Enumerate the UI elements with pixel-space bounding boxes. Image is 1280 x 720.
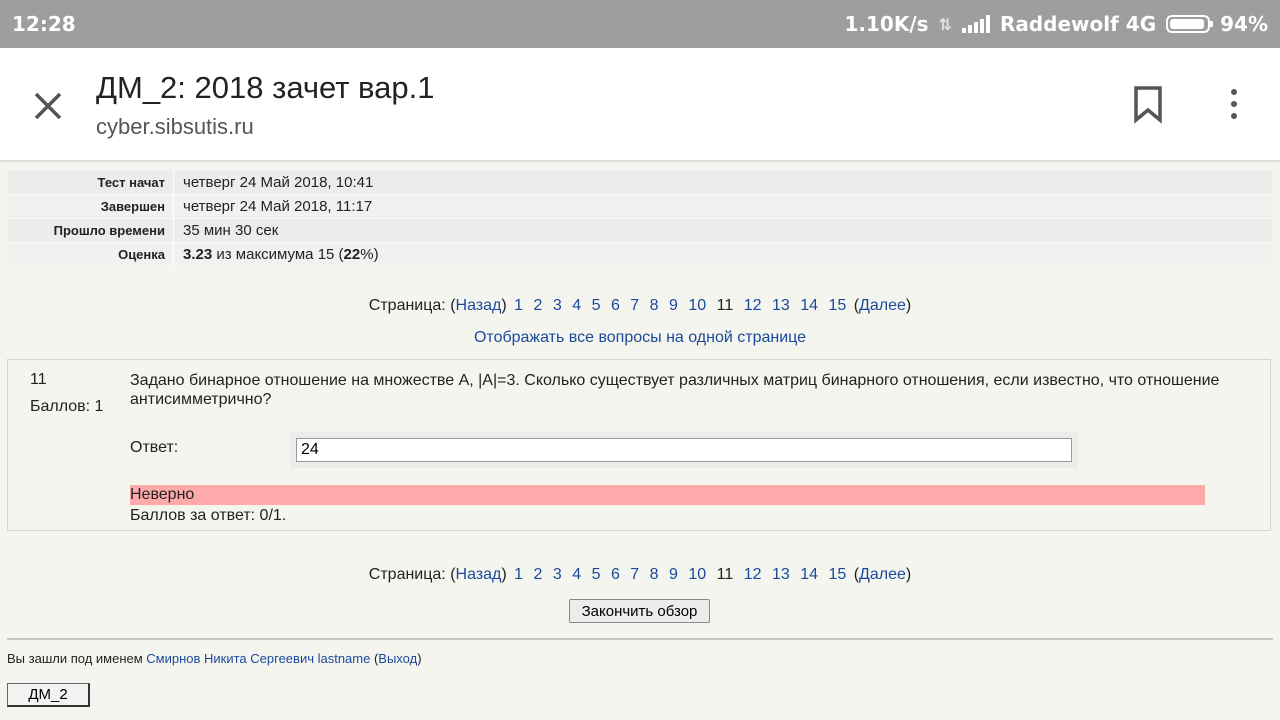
paging-next-link[interactable]: Далее: [859, 297, 906, 314]
show-all-questions: Отображать все вопросы на одной странице: [0, 329, 1280, 347]
paging-next-link[interactable]: Далее: [859, 566, 906, 583]
status-bar: 12:28 1.10K/s ⇅ Raddewolf 4G 94%: [0, 0, 1280, 48]
summary-label: Завершен: [8, 194, 174, 219]
page-number-link[interactable]: 14: [800, 566, 818, 583]
page-url: cyber.sibsutis.ru: [96, 114, 254, 139]
answer-input[interactable]: [296, 438, 1072, 462]
paging-numbers: 1 2 3 4 5 6 7 8 9 10 11 12 13 14 15: [511, 566, 854, 583]
answer-score: Баллов за ответ: 0/1.: [130, 507, 287, 524]
divider: [7, 638, 1273, 640]
grade-score: 3.23: [183, 246, 213, 263]
signal-icon: [961, 15, 990, 33]
grade-mid: из максимума 15 (: [212, 246, 344, 263]
page-number-link[interactable]: 3: [553, 297, 562, 314]
page-number-link[interactable]: 3: [553, 566, 562, 583]
page-number-link[interactable]: 4: [572, 297, 581, 314]
login-prefix: Вы зашли под именем: [7, 651, 147, 666]
page-number-link[interactable]: 10: [688, 566, 706, 583]
summary-row-started: Тест начат четверг 24 Май 2018, 10:41: [8, 171, 1272, 195]
page-number-link[interactable]: 12: [744, 566, 762, 583]
page-number-link[interactable]: 4: [572, 566, 581, 583]
page-number-link[interactable]: 7: [630, 297, 639, 314]
page-number-link[interactable]: 6: [611, 566, 620, 583]
paging-prev-link[interactable]: Назад: [456, 566, 502, 583]
finish-review-button[interactable]: Закончить обзор: [569, 599, 710, 623]
login-paren: ): [417, 651, 422, 666]
page-number-link[interactable]: 5: [592, 566, 601, 583]
battery-fill: [1170, 19, 1204, 29]
status-time: 12:28: [12, 12, 76, 36]
bookmark-icon[interactable]: [1130, 84, 1166, 124]
attempt-summary-table: Тест начат четверг 24 Май 2018, 10:41 За…: [8, 171, 1272, 267]
question-points: Баллов: 1: [30, 398, 104, 415]
page-number-link[interactable]: 5: [592, 297, 601, 314]
paging-paren: ): [501, 297, 507, 314]
summary-row-completed: Завершен четверг 24 Май 2018, 11:17: [8, 194, 1272, 219]
paging-numbers: 1 2 3 4 5 6 7 8 9 10 11 12 13 14 15: [511, 297, 854, 314]
paging-paren: ): [905, 566, 912, 583]
page-number-link[interactable]: 9: [669, 566, 678, 583]
paging-label: Страница: (: [368, 566, 456, 583]
summary-value: 35 мин 30 сек: [173, 218, 1272, 243]
grade-tail: %): [360, 246, 379, 263]
question-text: Задано бинарное отношение на множестве А…: [130, 372, 1220, 408]
battery-icon: [1166, 15, 1214, 33]
carrier-name: Raddewolf 4G: [999, 12, 1157, 36]
login-info: Вы зашли под именем Смирнов Никита Серге…: [7, 651, 422, 666]
paging-top: Страница: (Назад) 1 2 3 4 5 6 7 8 9 10 1…: [0, 297, 1280, 315]
page-number-link[interactable]: 14: [800, 297, 818, 314]
page-number-link[interactable]: 10: [688, 297, 706, 314]
page-number-link[interactable]: 13: [772, 297, 790, 314]
feedback-incorrect: Неверно: [130, 485, 1205, 505]
net-speed: 1.10K/s: [844, 12, 929, 36]
status-right: 1.10K/s ⇅ Raddewolf 4G 94%: [844, 12, 1268, 36]
battery-percent: 94%: [1220, 12, 1268, 36]
close-icon[interactable]: [28, 86, 68, 126]
summary-row-time-taken: Прошло времени 35 мин 30 сек: [8, 218, 1272, 243]
summary-label: Тест начат: [8, 171, 174, 195]
page-number-link[interactable]: 2: [534, 297, 543, 314]
summary-value: четверг 24 Май 2018, 11:17: [173, 194, 1272, 219]
question-number: 11: [30, 371, 47, 388]
app-bar: ДМ_2: 2018 зачет вар.1 cyber.sibsutis.ru: [0, 48, 1280, 161]
answer-label: Ответ:: [130, 439, 179, 456]
page-number-link[interactable]: 8: [650, 297, 659, 314]
show-all-questions-link[interactable]: Отображать все вопросы на одной странице: [474, 329, 806, 346]
page-number-link[interactable]: 15: [828, 297, 846, 314]
page-number-link[interactable]: 6: [611, 297, 620, 314]
summary-label: Прошло времени: [8, 218, 174, 243]
summary-value: четверг 24 Май 2018, 10:41: [173, 171, 1272, 195]
grade-value: 3.23 из максимума 15 (22%): [173, 242, 1272, 267]
logout-link[interactable]: Выход: [378, 651, 417, 666]
paging-label: Страница: (: [368, 297, 456, 314]
paging-prev-link[interactable]: Назад: [456, 297, 502, 314]
page-number-link[interactable]: 12: [744, 297, 762, 314]
page-number-current: 11: [716, 297, 734, 314]
grade-percent: 22: [343, 246, 361, 263]
data-arrows-icon: ⇅: [938, 14, 952, 34]
page-number-link[interactable]: 1: [514, 297, 523, 314]
grade-label: Оценка: [8, 242, 174, 267]
page-number-link[interactable]: 1: [514, 566, 523, 583]
user-profile-link[interactable]: Смирнов Никита Сергеевич lastname: [146, 651, 370, 666]
page-number-link[interactable]: 7: [630, 566, 639, 583]
page-number-link[interactable]: 13: [772, 566, 790, 583]
page-number-current: 11: [716, 566, 734, 583]
page-title: ДМ_2: 2018 зачет вар.1: [96, 70, 435, 105]
summary-row-grade: Оценка 3.23 из максимума 15 (22%): [8, 242, 1272, 267]
page-number-link[interactable]: 2: [534, 566, 543, 583]
page-number-link[interactable]: 15: [828, 566, 846, 583]
page-number-link[interactable]: 8: [650, 566, 659, 583]
paging-bottom: Страница: (Назад) 1 2 3 4 5 6 7 8 9 10 1…: [0, 566, 1280, 584]
page-number-link[interactable]: 9: [669, 297, 678, 314]
more-options-icon[interactable]: [1222, 86, 1246, 126]
paging-paren: ): [501, 566, 507, 583]
course-button[interactable]: ДМ_2: [7, 683, 90, 707]
paging-paren: ): [905, 297, 912, 314]
question-box: 11 Баллов: 1 Задано бинарное отношение н…: [7, 359, 1271, 531]
